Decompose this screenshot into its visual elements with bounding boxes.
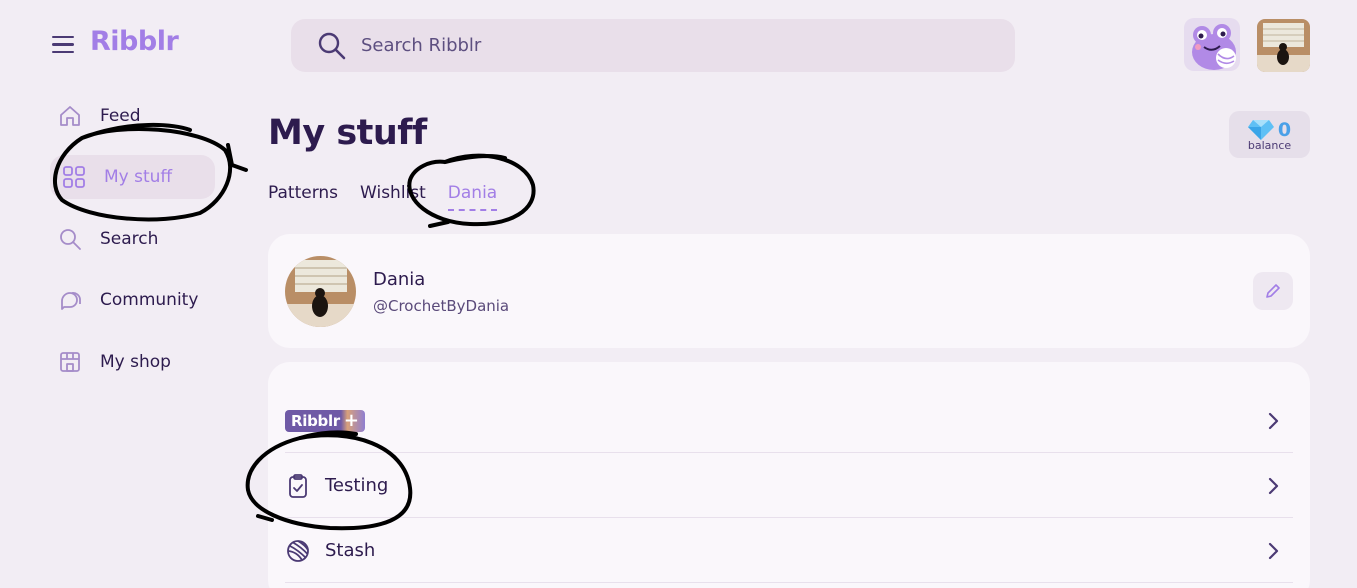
list-item-ribblr-plus[interactable]: Ribblr + — [285, 388, 1293, 453]
page-title: My stuff — [268, 113, 427, 153]
divider — [285, 582, 1293, 583]
search-icon — [58, 227, 82, 251]
tab-dania[interactable]: Dania — [447, 183, 498, 211]
search-icon — [318, 32, 346, 59]
sidebar-item-my-stuff[interactable]: My stuff — [50, 155, 215, 199]
sidebar-item-label: Search — [100, 229, 159, 249]
search-bar[interactable] — [291, 19, 1015, 72]
chat-bubbles-icon — [58, 288, 82, 312]
chevron-right-icon — [1263, 476, 1283, 496]
home-icon — [58, 104, 82, 128]
sidebar-item-label: My shop — [100, 352, 171, 372]
grid-icon — [62, 165, 86, 189]
sidebar-item-feed[interactable]: Feed — [50, 94, 215, 138]
profile-card: Dania @CrochetByDania — [268, 234, 1310, 348]
sidebar-item-search[interactable]: Search — [50, 217, 215, 261]
menu-list-card: Ribblr + Testing Stash — [268, 362, 1310, 588]
hamburger-menu-icon[interactable] — [52, 36, 74, 54]
tabs: Patterns Wishlist Dania — [268, 183, 519, 211]
chevron-right-icon — [1263, 411, 1283, 431]
sidebar-item-label: My stuff — [104, 167, 173, 187]
profile-handle: @CrochetByDania — [373, 297, 510, 315]
list-item-testing[interactable]: Testing — [285, 453, 1293, 518]
sidebar-item-label: Community — [100, 290, 199, 310]
cat-photo — [285, 256, 356, 327]
pencil-icon — [1266, 284, 1280, 298]
sidebar-item-label: Feed — [100, 106, 141, 126]
sidebar-item-my-shop[interactable]: My shop — [50, 340, 215, 384]
ribblr-logo[interactable]: Ribblr — [90, 26, 179, 57]
mascot-avatar[interactable] — [1184, 18, 1240, 71]
tab-wishlist[interactable]: Wishlist — [360, 183, 426, 211]
sidebar-item-community[interactable]: Community — [50, 278, 215, 322]
balance-badge[interactable]: 0 balance — [1229, 111, 1310, 158]
storefront-icon — [58, 350, 82, 374]
edit-profile-button[interactable] — [1253, 272, 1293, 310]
yarn-ball-icon — [285, 538, 311, 564]
frog-mascot-icon — [1192, 24, 1236, 70]
cat-photo — [1257, 19, 1310, 72]
ribblr-plus-logo: Ribblr + — [285, 409, 365, 432]
chevron-right-icon — [1263, 541, 1283, 561]
balance-caption: balance — [1247, 139, 1292, 152]
tab-patterns[interactable]: Patterns — [268, 183, 338, 211]
diamond-icon — [1247, 120, 1274, 140]
user-avatar[interactable] — [1257, 19, 1310, 72]
list-item-stash[interactable]: Stash — [285, 518, 1293, 583]
list-item-label: Stash — [325, 540, 376, 561]
profile-name: Dania — [373, 269, 426, 290]
list-item-label: Testing — [325, 475, 389, 496]
clipboard-check-icon — [285, 473, 311, 499]
profile-avatar[interactable] — [285, 256, 356, 327]
search-input[interactable] — [361, 35, 961, 56]
balance-value: 0 — [1277, 119, 1292, 141]
